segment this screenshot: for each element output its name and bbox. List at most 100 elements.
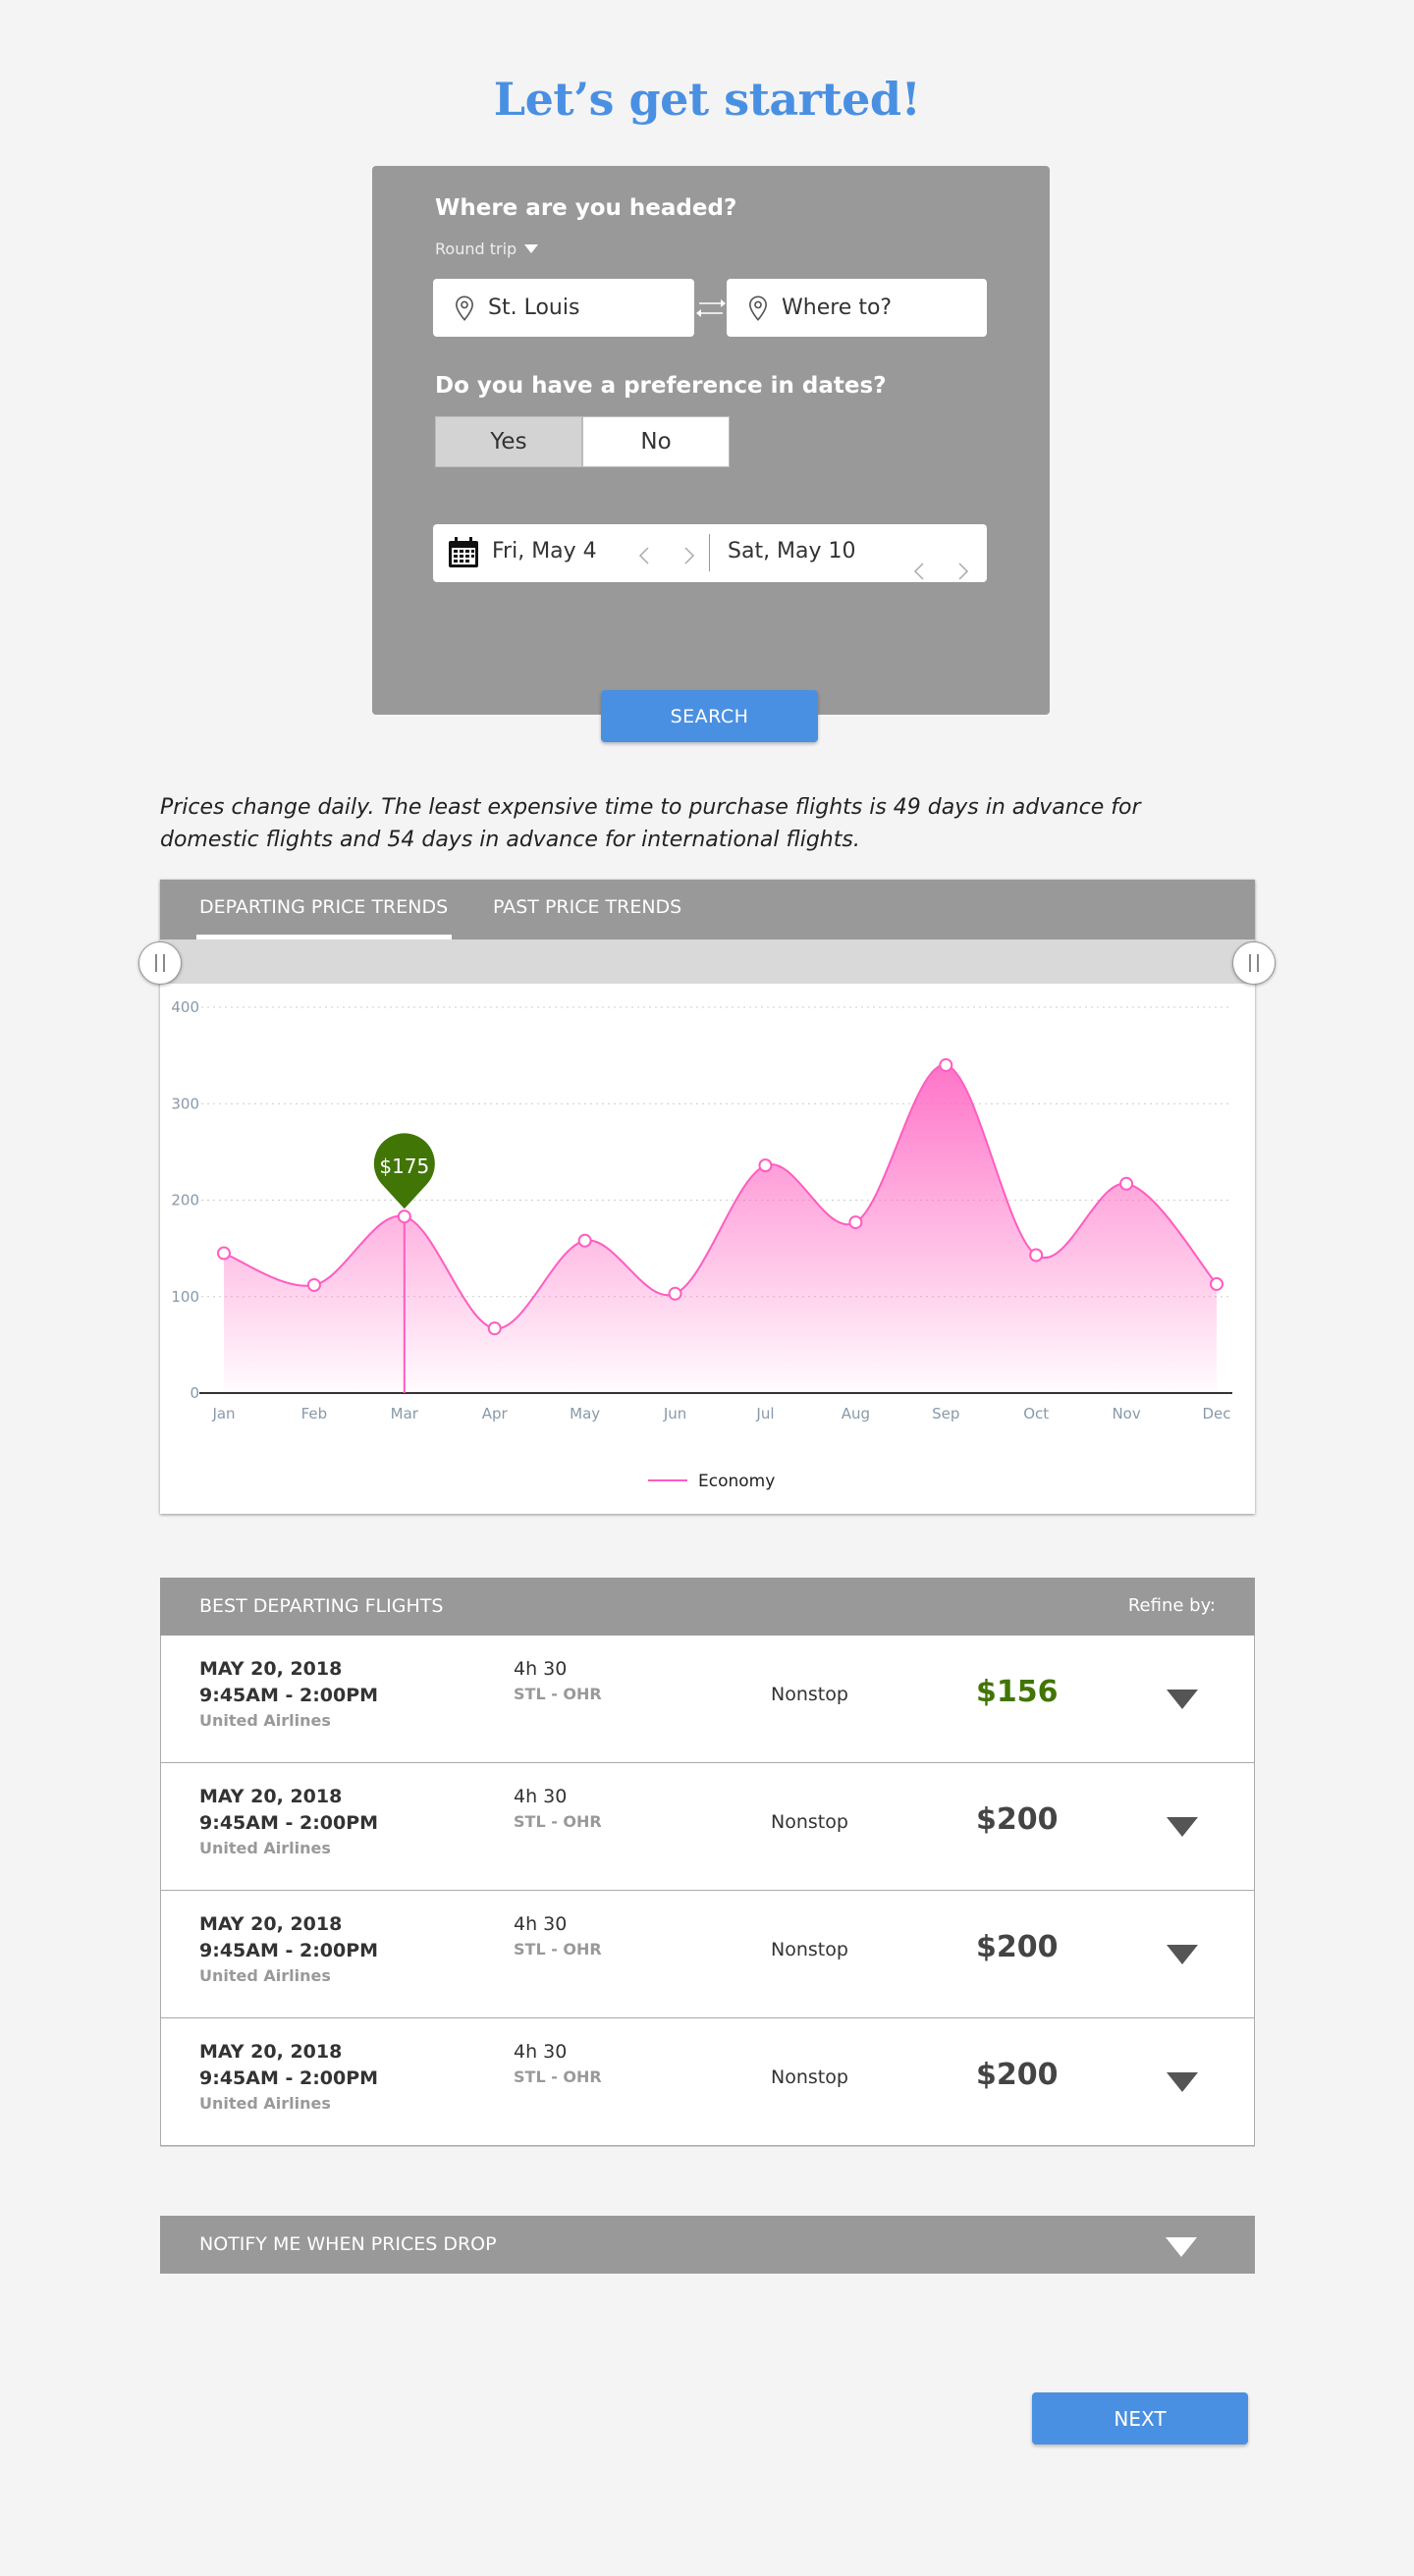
flight-price: $200 [976,1802,1059,1837]
destination-heading: Where are you headed? [435,195,737,221]
depart-date[interactable]: Fri, May 4 [492,539,597,564]
chevron-left-icon[interactable] [637,546,651,565]
expand-caret-icon[interactable] [1167,1690,1198,1709]
next-button[interactable]: NEXT [1032,2392,1248,2444]
flight-row[interactable]: MAY 20, 2018 9:45AM - 2:00PM United Airlin… [160,1763,1255,1891]
data-point[interactable] [577,1233,592,1248]
flight-route: STL - OHR [514,2067,602,2086]
flight-duration: 4h 30 [514,1658,568,1680]
expand-caret-icon[interactable] [1167,1817,1198,1837]
flights-heading: BEST DEPARTING FLIGHTS [199,1595,444,1617]
chevron-right-icon[interactable] [682,546,696,565]
data-point[interactable] [217,1246,231,1261]
flight-route: STL - OHR [514,1812,602,1831]
data-point[interactable] [668,1286,682,1301]
flight-price: $200 [976,1930,1059,1964]
destination-placeholder: Where to? [782,295,893,320]
page-title: Let’s get started! [493,73,921,126]
flight-airline: United Airlines [199,2094,331,2113]
data-point[interactable] [306,1277,321,1292]
flight-airline: United Airlines [199,1839,331,1857]
price-tooltip-label: $175 [379,1154,429,1178]
flights-table: BEST DEPARTING FLIGHTS Refine by: MAY 20… [160,1578,1255,2146]
flight-price: $156 [976,1675,1059,1709]
flight-stops: Nonstop [771,1684,848,1705]
date-preference-heading: Do you have a preference in dates? [435,373,887,399]
data-point[interactable] [1029,1248,1044,1262]
flight-time: 9:45AM - 2:00PM [199,1940,379,1961]
data-point[interactable] [758,1158,773,1173]
flight-route: STL - OHR [514,1685,602,1703]
flight-time: 9:45AM - 2:00PM [199,2067,379,2089]
swap-icon[interactable] [695,294,727,323]
data-point[interactable] [848,1215,863,1230]
x-tick-label: Jun [663,1405,686,1422]
flight-row[interactable]: MAY 20, 2018 9:45AM - 2:00PM United Airlin… [160,2018,1255,2146]
x-tick-label: Aug [842,1405,870,1422]
data-point[interactable] [939,1057,953,1072]
flight-stops: Nonstop [771,2066,848,2088]
date-pref-yes-button[interactable]: Yes [435,416,582,467]
origin-value: St. Louis [488,295,580,320]
flight-date: MAY 20, 2018 [199,2041,343,2063]
chevron-left-icon[interactable] [912,562,926,581]
y-tick-label: 100 [171,1288,199,1306]
return-date[interactable]: Sat, May 10 [728,539,856,564]
caret-down-icon [524,244,539,253]
x-tick-label: Mar [391,1405,419,1422]
search-button[interactable]: SEARCH [601,690,818,742]
legend-label: Economy [698,1472,775,1491]
data-point[interactable] [487,1321,502,1336]
x-tick-label: Nov [1112,1405,1140,1422]
flight-price: $200 [976,2058,1059,2092]
flight-date: MAY 20, 2018 [199,1913,343,1935]
trip-type-label: Round trip [435,240,517,258]
data-point[interactable] [397,1209,411,1224]
flight-time: 9:45AM - 2:00PM [199,1685,379,1706]
expand-caret-icon[interactable] [1167,1945,1198,1964]
range-handle-right[interactable] [1232,941,1276,985]
refine-by-button[interactable]: Refine by: [1128,1595,1216,1616]
data-point[interactable] [1119,1176,1134,1191]
flight-date: MAY 20, 2018 [199,1658,343,1680]
x-tick-label: Jan [211,1405,235,1422]
y-tick-label: 300 [171,1095,199,1112]
flight-row[interactable]: MAY 20, 2018 9:45AM - 2:00PM United Airlin… [160,1891,1255,2018]
flight-time: 9:45AM - 2:00PM [199,1812,379,1834]
x-tick-label: May [570,1405,600,1422]
price-trend-chart: 0 100 200 300 400 $175 Jan Feb Mar Apr May Jun Jul Au… [171,998,1232,1491]
flight-airline: United Airlines [199,1966,331,1985]
calendar-icon [449,537,478,567]
date-divider [709,534,710,571]
flights-header: BEST DEPARTING FLIGHTS Refine by: [160,1578,1255,1636]
x-tick-label: Apr [482,1405,509,1422]
flight-row[interactable]: MAY 20, 2018 9:45AM - 2:00PM United Airlin… [160,1636,1255,1763]
x-tick-label: Feb [301,1405,328,1422]
x-tick-label: Dec [1202,1405,1230,1422]
date-range-picker[interactable]: Fri, May 4 Sat, May 10 [433,524,987,582]
location-pin-icon [456,295,473,321]
price-trends-panel: DEPARTING PRICE TRENDS PAST PRICE TRENDS… [160,880,1255,1514]
data-point[interactable] [1210,1276,1224,1291]
x-tick-label: Sep [932,1405,959,1422]
flight-duration: 4h 30 [514,1786,568,1807]
location-pin-icon [749,295,767,321]
flight-duration: 4h 30 [514,1913,568,1935]
flight-airline: United Airlines [199,1711,331,1730]
destination-field[interactable]: Where to? [727,279,987,337]
expand-caret-icon[interactable] [1167,2072,1198,2092]
trip-type-dropdown[interactable]: Round trip [435,240,539,258]
flight-stops: Nonstop [771,1811,848,1833]
search-card: Where are you headed? Round trip St. Lou… [372,166,1050,715]
chevron-right-icon[interactable] [956,562,970,581]
date-pref-no-button[interactable]: No [582,416,730,467]
x-tick-label: Oct [1023,1405,1049,1422]
y-tick-label: 0 [190,1384,199,1402]
flight-duration: 4h 30 [514,2041,568,2063]
origin-field[interactable]: St. Louis [433,279,694,337]
caret-down-icon [1166,2237,1197,2257]
x-tick-label: Jul [755,1405,774,1422]
notify-label: NOTIFY ME WHEN PRICES DROP [199,2233,497,2255]
notify-price-drop-bar[interactable]: NOTIFY ME WHEN PRICES DROP [160,2216,1255,2274]
range-handle-left[interactable] [138,941,182,985]
